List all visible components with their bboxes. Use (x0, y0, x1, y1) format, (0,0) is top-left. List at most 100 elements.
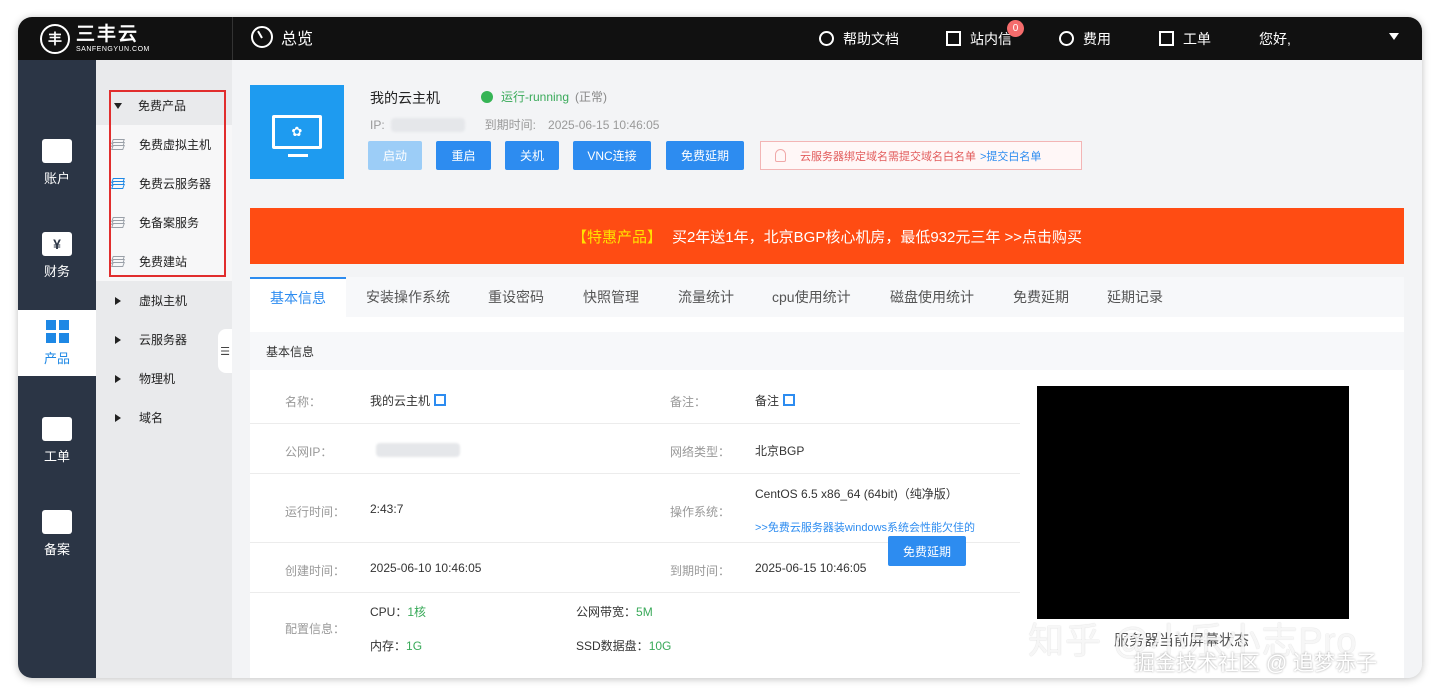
tab-renew-history[interactable]: 延期记录 (1107, 277, 1163, 317)
top-bar: 丰 三丰云 SANFENGYUN.COM 总览 帮助文档 站内信 0 费用 工单 (18, 17, 1422, 60)
tab-disk-stats[interactable]: 磁盘使用统计 (890, 277, 974, 317)
windows-perf-link[interactable]: >>免费云服务器装windows系统会性能欠佳的 (755, 519, 975, 535)
name-value: 我的云主机 (370, 392, 447, 409)
os-value: CentOS 6.5 x86_64 (64bit)（纯净版） (755, 487, 958, 501)
help-docs-link[interactable]: 帮助文档 (819, 17, 899, 60)
caret-right-icon (115, 296, 121, 305)
ssd-value: 10G (648, 639, 672, 653)
help-label: 帮助文档 (843, 30, 899, 47)
vm-summary: ✿ 我的云主机 运行-running (正常) IP: 到期时间: 2025-0… (250, 60, 1404, 208)
tab-basic-info[interactable]: 基本信息 (250, 277, 346, 317)
highlight-box (109, 90, 226, 277)
billing-label: 费用 (1083, 30, 1111, 47)
billing-link[interactable]: 费用 (1059, 17, 1111, 60)
bandwidth-label: 公网带宽： (576, 605, 637, 619)
tab-cpu-stats[interactable]: cpu使用统计 (772, 277, 851, 317)
os-label: 操作系统： (670, 505, 731, 519)
subnav-group-vhost[interactable]: 虚拟主机 (96, 281, 232, 320)
chevron-down-icon[interactable] (1389, 33, 1399, 40)
divider (232, 17, 233, 60)
promo-banner[interactable]: 【特惠产品】 买2年送1年，北京BGP核心机房，最低932元三年 >>点击购买 (250, 208, 1404, 264)
notice-text: 云服务器绑定域名需提交域名白名单 (800, 150, 976, 163)
vnc-screen-preview[interactable] (1037, 386, 1349, 619)
rail-item-filing[interactable]: 备案 (18, 501, 96, 567)
rail-label: 账户 (43, 171, 70, 186)
subnav-group-label: 云服务器 (139, 333, 188, 347)
tab-free-renew[interactable]: 免费延期 (1013, 277, 1069, 317)
question-icon (819, 31, 834, 46)
tab-bar: 基本信息 安装操作系统 重设密码 快照管理 流量统计 cpu使用统计 磁盘使用统… (250, 277, 1404, 317)
renew-button[interactable]: 免费延期 (888, 536, 966, 566)
memory-label: 内存： (370, 639, 407, 653)
cpu-label: CPU： (370, 605, 408, 619)
bandwidth-spec: 公网带宽：5M (576, 603, 653, 620)
badge-icon (42, 510, 72, 534)
rail-label: 备案 (43, 542, 70, 557)
main-content: ✿ 我的云主机 运行-running (正常) IP: 到期时间: 2025-0… (232, 60, 1422, 678)
rail-item-account[interactable]: 账户 (18, 130, 96, 196)
subnav-group-physical[interactable]: 物理机 (96, 359, 232, 398)
restart-button[interactable]: 重启 (436, 141, 491, 170)
bandwidth-value: 5M (636, 605, 653, 619)
messages-link[interactable]: 站内信 (946, 17, 1012, 60)
shutdown-button[interactable]: 关机 (505, 141, 559, 170)
rail-item-tickets[interactable]: 工单 (18, 408, 96, 474)
whitelist-notice: 云服务器绑定域名需提交域名白名单 >提交白名单 (760, 141, 1082, 170)
collapse-sidebar-icon[interactable]: ☰ (218, 329, 232, 373)
edit-icon[interactable] (783, 394, 796, 406)
name-label: 名称： (285, 395, 322, 409)
rail-item-products[interactable]: 产品 (18, 310, 96, 376)
subnav-group-cloud[interactable]: 云服务器 (96, 320, 232, 359)
submit-whitelist-link[interactable]: >提交白名单 (980, 148, 1041, 164)
network-type-label: 网络类型： (670, 445, 731, 459)
subnav-group-label: 域名 (139, 411, 164, 425)
memory-value: 1G (406, 639, 423, 653)
list-icon (1159, 31, 1174, 46)
rail-item-finance[interactable]: ¥ 财务 (18, 223, 96, 289)
rail-label: 产品 (43, 351, 70, 366)
cpu-spec: CPU：1核 (370, 603, 426, 620)
row-divider (250, 592, 1020, 593)
user-greeting[interactable]: 您好, (1259, 17, 1291, 60)
tab-traffic-stats[interactable]: 流量统计 (678, 277, 734, 317)
vnc-button[interactable]: VNC连接 (573, 141, 651, 170)
yen-icon: ¥ (42, 232, 72, 256)
tab-reset-password[interactable]: 重设密码 (488, 277, 544, 317)
tickets-link[interactable]: 工单 (1159, 17, 1211, 60)
expire-label: 到期时间： (670, 564, 731, 578)
edit-icon[interactable] (434, 394, 447, 406)
vm-meta: IP: 到期时间: 2025-06-15 10:46:05 (370, 116, 659, 133)
created-label: 创建时间： (285, 564, 346, 578)
vm-status: 运行-running (正常) (481, 88, 607, 105)
start-button[interactable]: 启动 (368, 141, 422, 170)
rail-label: 工单 (43, 449, 70, 464)
logo-text: 三丰云 (76, 23, 140, 45)
ip-label: IP: (370, 117, 385, 132)
status-note: (正常) (575, 90, 608, 104)
logo[interactable]: 丰 三丰云 SANFENGYUN.COM (18, 17, 232, 60)
ssd-label: SSD数据盘： (576, 639, 649, 653)
tab-install-os[interactable]: 安装操作系统 (366, 277, 450, 317)
network-type-value: 北京BGP (755, 444, 805, 458)
overview-label: 总览 (281, 31, 314, 48)
bulb-icon (775, 149, 786, 162)
config-label: 配置信息： (285, 622, 346, 636)
overview-link[interactable]: 总览 (251, 25, 313, 49)
monitor-icon: ✿ (250, 85, 344, 179)
caret-right-icon (115, 335, 121, 344)
free-renew-button[interactable]: 免费延期 (666, 141, 744, 170)
primary-sidebar: 账户 ¥ 财务 产品 工单 备案 (18, 60, 96, 678)
tab-snapshots[interactable]: 快照管理 (583, 277, 639, 317)
expire-label: 到期时间: (484, 118, 537, 132)
greeting-label: 您好, (1259, 30, 1291, 47)
subnav-group-domain[interactable]: 域名 (96, 398, 232, 437)
tickets-label: 工单 (1183, 30, 1211, 47)
logo-subtext: SANFENGYUN.COM (76, 45, 150, 53)
grid-icon (42, 319, 72, 343)
clock-icon (251, 26, 273, 48)
remark-text: 备注 (755, 394, 780, 408)
public-ip-label: 公网IP： (285, 445, 333, 459)
bag-icon (42, 417, 72, 441)
name-text: 我的云主机 (370, 394, 431, 408)
promo-text: 买2年送1年，北京BGP核心机房，最低932元三年 >>点击购买 (671, 228, 1083, 246)
